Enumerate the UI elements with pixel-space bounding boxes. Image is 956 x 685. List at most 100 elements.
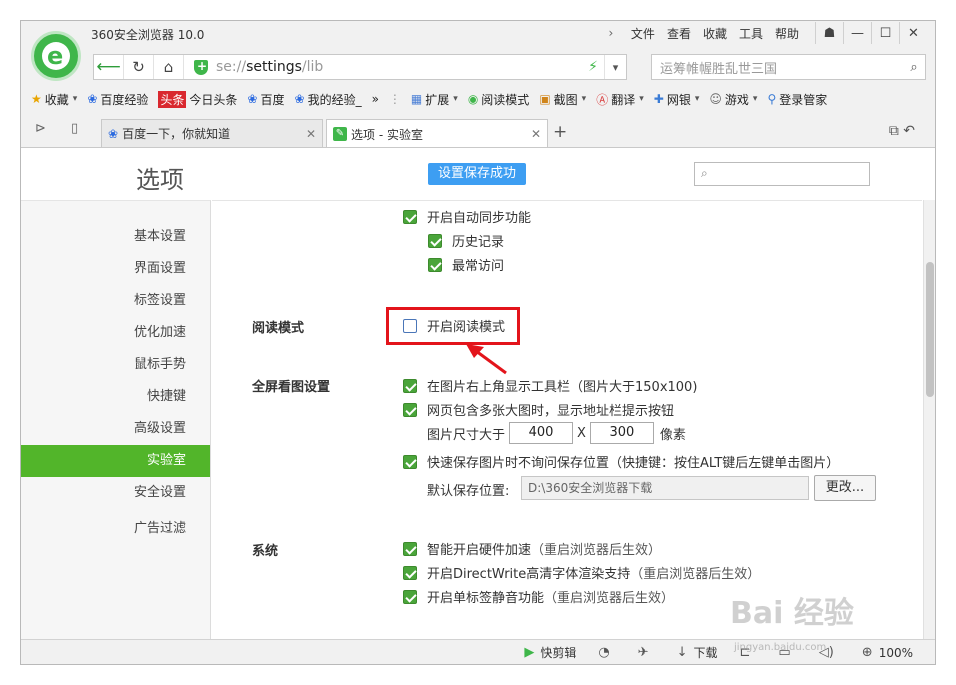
wrench-icon: ✎	[333, 127, 347, 141]
image-toolbar-option[interactable]: 在图片右上角显示工具栏（图片大于150x100)	[403, 376, 697, 395]
checkbox-checked[interactable]	[403, 541, 417, 556]
menu-file[interactable]: 文件	[631, 25, 655, 42]
tab-options-lab[interactable]: ✎ 选项 - 实验室 ✕	[326, 119, 548, 148]
download-button[interactable]: ↓ 下载	[677, 644, 718, 661]
bookmark-baidu-jingyan[interactable]: ❀ 百度经验	[87, 91, 148, 108]
search-icon[interactable]: ⌕	[903, 60, 925, 75]
minimize-button[interactable]: —	[843, 22, 871, 44]
skin-icon[interactable]: ☗	[815, 22, 843, 44]
home-button[interactable]: ⌂	[154, 55, 184, 79]
play-icon: ▶	[524, 645, 535, 660]
save-status-badge: 设置保存成功	[428, 163, 527, 185]
image-height-input[interactable]: 300	[589, 422, 654, 444]
bookmark-more-button[interactable]: »	[372, 92, 379, 106]
search-box[interactable]: 运筹帷幄胜乱世三国 ⌕	[651, 54, 926, 80]
baidu-paw-icon: ❀	[294, 92, 305, 106]
menu-tools[interactable]: 工具	[739, 25, 763, 42]
close-button[interactable]: ✕	[899, 22, 927, 44]
star-icon: ★	[31, 92, 42, 106]
tool-games[interactable]: ☺ 游戏 ▾	[709, 91, 757, 108]
bookmark-favorites[interactable]: ★ 收藏 ▾	[31, 91, 77, 108]
bookmark-toutiao[interactable]: 头条 今日头条	[158, 90, 237, 108]
default-path-field[interactable]: D:\360安全浏览器下载	[521, 476, 809, 500]
checkbox-checked[interactable]	[403, 378, 417, 393]
content-scrollbar[interactable]	[923, 200, 935, 640]
zoom-control[interactable]: ⊕ 100%	[862, 645, 913, 660]
search-input[interactable]: 运筹帷幄胜乱世三国	[652, 58, 903, 77]
sidebar-item-tabs[interactable]: 标签设置	[66, 285, 186, 317]
checkbox-checked[interactable]	[403, 402, 417, 417]
image-width-input[interactable]: 400	[509, 422, 574, 444]
accelerate-icon[interactable]: ◔	[598, 645, 615, 660]
sync-frequent-option[interactable]: 最常访问	[428, 255, 504, 274]
download-icon: ↓	[676, 645, 688, 660]
sidebar-item-lab[interactable]: 实验室	[21, 445, 210, 477]
tool-online-banking[interactable]: ✚ 网银 ▾	[654, 91, 700, 108]
checkbox-checked[interactable]	[403, 454, 417, 469]
directwrite-option[interactable]: 开启DirectWrite高清字体渲染支持 （重启浏览器后生效）	[403, 563, 760, 582]
hardware-accel-option[interactable]: 智能开启硬件加速 （重启浏览器后生效）	[403, 539, 661, 558]
baidu-paw-icon: ❀	[247, 92, 258, 106]
refresh-button[interactable]: ↻	[124, 55, 154, 79]
tab-close-icon[interactable]: ✕	[531, 127, 541, 141]
bookmark-baidu[interactable]: ❀ 百度	[247, 91, 284, 108]
baidu-jingyan-watermark: Bai 经验	[730, 596, 854, 631]
quick-cut-button[interactable]: ▶ 快剪辑	[524, 644, 576, 661]
checkbox-checked[interactable]	[403, 589, 417, 604]
tool-screenshot[interactable]: ▣ 截图 ▾	[539, 91, 586, 108]
security-shield-icon	[194, 58, 208, 75]
login-manager-icon: ⚲	[767, 92, 777, 106]
back-button[interactable]: ⟵	[94, 55, 124, 79]
sync-option[interactable]: 开启自动同步功能	[403, 207, 531, 226]
sidebar-item-shortcuts[interactable]: 快捷键	[66, 381, 186, 413]
sidebar-item-advanced[interactable]: 高级设置	[66, 413, 186, 445]
tool-login-manager[interactable]: ⚲ 登录管家	[767, 91, 827, 108]
menu-favorites[interactable]: 收藏	[703, 25, 727, 42]
menu-help[interactable]: 帮助	[775, 25, 799, 42]
quick-save-option[interactable]: 快速保存图片时不询问保存位置（快捷键：按住ALT键后左键单击图片）	[403, 452, 839, 471]
sidebar-item-security[interactable]: 安全设置	[66, 477, 186, 509]
multi-image-option[interactable]: 网页包含多张大图时，显示地址栏提示按钮	[403, 400, 674, 419]
default-path-label: 默认保存位置:	[427, 484, 510, 499]
sidebar-toggle-icon[interactable]: ⊳	[35, 121, 46, 136]
checkbox-checked[interactable]	[403, 209, 417, 224]
content-area: 选项 设置保存成功 ⌕ 基本设置 界面设置 标签设置 优化加速 鼠标手势 快捷键…	[21, 147, 935, 640]
checkbox-checked[interactable]	[428, 233, 442, 248]
speed-mode-icon[interactable]: ⚡	[588, 59, 598, 75]
tab-baidu[interactable]: ❀ 百度一下，你就知道 ✕	[101, 119, 323, 147]
checkbox-checked[interactable]	[428, 257, 442, 272]
url-input[interactable]: se://settings/lib	[216, 59, 588, 75]
tab-restore-icons[interactable]: ⧉ ↶	[889, 123, 915, 139]
sidebar-item-basic[interactable]: 基本设置	[66, 221, 186, 253]
toolbar-divider: ⋮	[388, 92, 401, 106]
url-dropdown-icon[interactable]: ▾	[604, 55, 626, 79]
options-search-input[interactable]: ⌕	[694, 162, 870, 186]
translate-icon: Ⓐ	[596, 92, 609, 107]
banking-icon: ✚	[653, 92, 664, 106]
tab-mute-option[interactable]: 开启单标签静音功能 （重启浏览器后生效）	[403, 587, 674, 606]
scrollbar-thumb[interactable]	[926, 262, 934, 397]
title-bar: e 360安全浏览器 10.0 › 文件 查看 收藏 工具 帮助 ☗ — ☐ ✕	[21, 21, 935, 81]
maximize-button[interactable]: ☐	[871, 22, 899, 44]
change-path-button[interactable]: 更改...	[814, 475, 876, 501]
menu-collapse-arrow-icon[interactable]: ›	[597, 26, 625, 40]
sidebar-item-ad-filter[interactable]: 广告过滤	[66, 513, 186, 545]
tool-translate[interactable]: Ⓐ 翻译 ▾	[596, 91, 644, 108]
menu-view[interactable]: 查看	[667, 25, 691, 42]
sidebar-item-optimize[interactable]: 优化加速	[66, 317, 186, 349]
zoom-icon: ⊕	[861, 645, 873, 660]
checkbox-checked[interactable]	[403, 565, 417, 580]
new-tab-button[interactable]: +	[553, 122, 567, 142]
mobile-icon[interactable]: ▯	[71, 121, 78, 136]
tab-close-icon[interactable]: ✕	[306, 127, 316, 141]
options-main-panel: 开启自动同步功能 历史记录 最常访问 阅读模式 开启阅读模式 全屏看图设置 在图…	[212, 200, 922, 640]
sidebar-item-interface[interactable]: 界面设置	[66, 253, 186, 285]
sync-history-option[interactable]: 历史记录	[428, 231, 504, 250]
bookmark-my-jingyan[interactable]: ❀ 我的经验_	[295, 91, 362, 108]
sidebar-item-mouse-gestures[interactable]: 鼠标手势	[66, 349, 186, 381]
pin-icon[interactable]: ✈	[638, 645, 655, 660]
tool-extensions[interactable]: ▦ 扩展 ▾	[411, 91, 458, 108]
top-menu: › 文件 查看 收藏 工具 帮助 ☗ — ☐ ✕	[597, 21, 927, 45]
tool-reading-mode[interactable]: ◉ 阅读模式	[468, 91, 530, 108]
page-title: 选项	[136, 166, 184, 194]
